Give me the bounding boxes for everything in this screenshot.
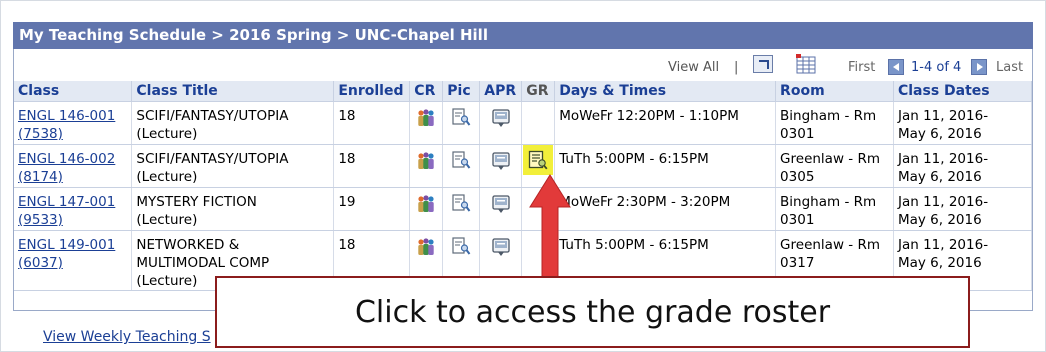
col-days-times[interactable]: Days & Times <box>554 81 777 102</box>
grade-roster-icon[interactable] <box>528 150 548 170</box>
class-roster-people-icon[interactable] <box>416 151 436 171</box>
class-number-link[interactable]: (6037) <box>18 255 63 271</box>
enrolled-count: 18 <box>338 236 356 253</box>
class-code-link[interactable]: ENGL 149-001 <box>18 237 115 253</box>
table-header-row: Class Class Title Enrolled CR Pic APR GR… <box>14 81 1033 102</box>
previous-arrow-icon[interactable] <box>888 59 904 75</box>
room-number: 0301 <box>780 211 815 228</box>
col-class-dates[interactable]: Class Dates <box>893 81 1033 102</box>
enrolled-count: 18 <box>338 107 356 124</box>
callout-box: Click to access the grade roster <box>215 276 970 348</box>
class-roster-people-icon[interactable] <box>416 194 436 214</box>
photo-roster-icon[interactable] <box>451 237 471 257</box>
callout-text: Click to access the grade roster <box>354 295 831 330</box>
class-number-link[interactable]: (8174) <box>18 169 63 185</box>
col-room[interactable]: Room <box>775 81 894 102</box>
col-apr[interactable]: APR <box>479 81 523 102</box>
col-class-title[interactable]: Class Title <box>131 81 335 102</box>
schedule-grid: View All | First 1-4 of 4 Last Class Cla… <box>13 49 1033 311</box>
next-arrow-icon[interactable] <box>971 59 987 75</box>
class-roster-people-icon[interactable] <box>416 108 436 128</box>
class-end-date: May 6, 2016 <box>897 211 982 228</box>
col-class[interactable]: Class <box>14 81 133 102</box>
class-title: SCIFI/FANTASY/UTOPIA <box>136 150 289 167</box>
days-times: MoWeFr 12:20PM - 1:10PM <box>559 107 739 124</box>
class-component: (Lecture) <box>136 272 198 289</box>
class-number-link[interactable]: (9533) <box>18 212 63 228</box>
table-row: ENGL 147-001 (9533) MYSTERY FICTION (Lectu… <box>14 187 1033 231</box>
table-row: ENGL 146-001 (7538) SCIFI/FANTASY/UTOPIA(… <box>14 101 1033 145</box>
attendance-report-icon[interactable] <box>491 151 511 171</box>
grade-roster-highlight[interactable] <box>523 144 554 175</box>
photo-roster-icon[interactable] <box>451 151 471 171</box>
class-title: SCIFI/FANTASY/UTOPIA <box>136 107 289 124</box>
room-number: 0301 <box>780 125 815 142</box>
room: Bingham - Rm <box>780 193 877 210</box>
table-row: ENGL 146-002 (8174) SCIFI/FANTASY/UTOPIA(… <box>14 144 1033 188</box>
grid-navigation: View All | First 1-4 of 4 Last <box>14 49 1032 81</box>
row-range: 1-4 of 4 <box>911 60 962 75</box>
room-number: 0305 <box>780 168 815 185</box>
class-title-line2: MULTIMODAL COMP <box>136 254 270 271</box>
attendance-report-icon[interactable] <box>491 194 511 214</box>
view-all-link[interactable]: View All <box>668 60 719 75</box>
room: Greenlaw - Rm <box>780 236 880 253</box>
page-title: My Teaching Schedule > 2016 Spring > UNC… <box>13 22 1033 49</box>
room: Bingham - Rm <box>780 107 877 124</box>
room: Greenlaw - Rm <box>780 150 880 167</box>
class-title: NETWORKED & <box>136 236 240 253</box>
days-times: MoWeFr 2:30PM - 3:20PM <box>559 193 731 210</box>
separator: | <box>734 60 739 75</box>
class-end-date: May 6, 2016 <box>897 168 982 185</box>
pointer-arrow-icon <box>529 174 571 278</box>
class-code-link[interactable]: ENGL 146-002 <box>18 151 115 167</box>
col-pic[interactable]: Pic <box>442 81 481 102</box>
days-times: TuTh 5:00PM - 6:15PM <box>559 236 709 253</box>
col-gr: GR <box>521 81 556 102</box>
zoom-icon[interactable] <box>753 55 773 73</box>
first-link[interactable]: First <box>848 60 875 75</box>
class-end-date: May 6, 2016 <box>897 254 982 271</box>
class-number-link[interactable]: (7538) <box>18 126 63 142</box>
class-component: (Lecture) <box>136 168 198 185</box>
download-spreadsheet-icon[interactable] <box>796 54 816 74</box>
enrolled-count: 18 <box>338 150 356 167</box>
class-component: (Lecture) <box>136 211 198 228</box>
attendance-report-icon[interactable] <box>491 108 511 128</box>
view-weekly-teaching-schedule-link[interactable]: View Weekly Teaching S <box>43 329 215 345</box>
enrolled-count: 19 <box>338 193 356 210</box>
class-start-date: Jan 11, 2016- <box>897 193 989 210</box>
attendance-report-icon[interactable] <box>491 237 511 257</box>
photo-roster-icon[interactable] <box>451 194 471 214</box>
class-code-link[interactable]: ENGL 146-001 <box>18 108 115 124</box>
class-component: (Lecture) <box>136 125 198 142</box>
col-cr[interactable]: CR <box>409 81 444 102</box>
class-code-link[interactable]: ENGL 147-001 <box>18 194 115 210</box>
page-frame: My Teaching Schedule > 2016 Spring > UNC… <box>0 0 1046 352</box>
class-roster-people-icon[interactable] <box>416 237 436 257</box>
class-start-date: Jan 11, 2016- <box>897 236 989 253</box>
days-times: TuTh 5:00PM - 6:15PM <box>559 150 709 167</box>
class-start-date: Jan 11, 2016- <box>897 107 989 124</box>
photo-roster-icon[interactable] <box>451 108 471 128</box>
col-enrolled[interactable]: Enrolled <box>333 81 411 102</box>
schedule-table: Class Class Title Enrolled CR Pic APR GR… <box>14 81 1033 291</box>
class-end-date: May 6, 2016 <box>897 125 982 142</box>
class-title: MYSTERY FICTION <box>136 193 257 210</box>
room-number: 0317 <box>780 254 815 271</box>
class-start-date: Jan 11, 2016- <box>897 150 989 167</box>
last-link[interactable]: Last <box>996 60 1023 75</box>
